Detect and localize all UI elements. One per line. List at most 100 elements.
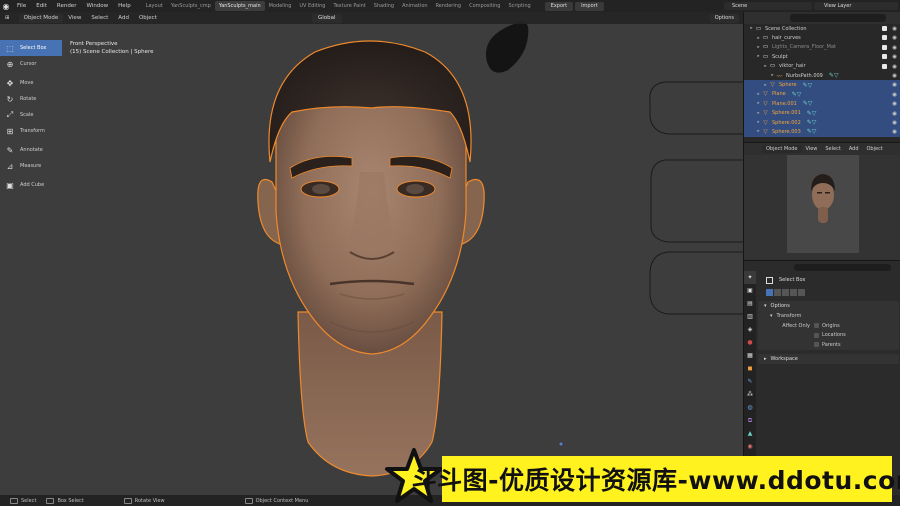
preview-menu-add[interactable]: Add: [845, 146, 863, 152]
expand-arrow-icon[interactable]: ▸: [755, 111, 762, 116]
menu-edit[interactable]: Edit: [31, 0, 52, 12]
visibility-eye-icon[interactable]: ◉: [892, 64, 897, 70]
expand-arrow-icon[interactable]: ▸: [755, 54, 762, 59]
workspace-tab[interactable]: Scripting: [504, 1, 534, 11]
modifier-tab-icon[interactable]: ✎: [744, 375, 756, 388]
workspace-tab[interactable]: Layout: [142, 1, 167, 11]
preview-menu-object[interactable]: Object: [863, 146, 887, 152]
menu-window[interactable]: Window: [81, 0, 113, 12]
expand-arrow-icon[interactable]: ▸: [755, 92, 762, 97]
workspace-tab[interactable]: Shading: [370, 1, 398, 11]
blender-logo-icon[interactable]: ◉: [0, 0, 12, 12]
options-panel-header[interactable]: ▾ Options: [758, 301, 899, 311]
visibility-eye-icon[interactable]: ◉: [892, 82, 897, 88]
outliner-row[interactable]: ▸ ▽ Sphere.001 ✎▽ ◉: [744, 108, 900, 118]
outliner-row[interactable]: ▸ ▽ Sphere ✎▽ ◉: [744, 80, 900, 90]
import-button[interactable]: Import: [575, 1, 604, 11]
viewport-options-button[interactable]: Options: [709, 13, 739, 23]
visibility-eye-icon[interactable]: ◉: [892, 111, 897, 117]
preview-menu-view[interactable]: View: [802, 146, 822, 152]
physics-tab-icon[interactable]: ◍: [744, 401, 756, 414]
collection-checkbox[interactable]: [882, 54, 887, 60]
expand-arrow-icon[interactable]: ▸: [755, 36, 762, 41]
collection-checkbox[interactable]: [882, 63, 887, 69]
collection-checkbox[interactable]: [882, 35, 887, 41]
outliner-row[interactable]: ▸ 〰 NurbsPath.009 ✎▽ ◉: [744, 71, 900, 80]
visibility-eye-icon[interactable]: ◉: [892, 101, 897, 107]
visibility-eye-icon[interactable]: ◉: [892, 129, 897, 135]
outliner-row[interactable]: ▸ ▭ Scene Collection ◉: [744, 24, 900, 33]
expand-arrow-icon[interactable]: ▸: [755, 45, 762, 50]
menu-render[interactable]: Render: [52, 0, 82, 12]
collection-checkbox[interactable]: [882, 26, 887, 31]
tool-scale[interactable]: ⤢ Scale: [0, 107, 62, 123]
export-button[interactable]: Export: [544, 1, 574, 11]
visibility-eye-icon[interactable]: ◉: [892, 120, 897, 126]
outliner-row[interactable]: ▸ ▭ viktor_hair ◉: [744, 62, 900, 71]
world-tab-icon[interactable]: ●: [744, 336, 756, 349]
workspace-tab[interactable]: Animation: [398, 1, 432, 11]
editor-type-icon[interactable]: ⊞: [0, 12, 15, 24]
object-tab-icon[interactable]: ◼: [744, 362, 756, 375]
tool-transform[interactable]: ⊞ Transform: [0, 123, 62, 139]
sculpted-head-model[interactable]: [0, 12, 743, 495]
visibility-eye-icon[interactable]: ◉: [892, 92, 897, 98]
view-layer-tab-icon[interactable]: ▥: [744, 310, 756, 323]
workspace-tab[interactable]: Texture Paint: [329, 1, 369, 11]
view-layer-selector[interactable]: View Layer: [814, 2, 898, 10]
expand-arrow-icon[interactable]: ▸: [769, 73, 776, 78]
mode-extend-button[interactable]: [774, 288, 781, 296]
transform-subpanel-header[interactable]: ▾ Transform: [758, 311, 899, 321]
outliner-row[interactable]: ▸ ▽ Plane.001 ✎▽ ◉: [744, 99, 900, 109]
visibility-eye-icon[interactable]: ◉: [892, 45, 897, 51]
origins-checkbox[interactable]: [814, 323, 819, 329]
expand-arrow-icon[interactable]: ▸: [748, 26, 755, 31]
workspace-tab[interactable]: YanSculpts_cmp: [167, 1, 215, 11]
preview-menu-select[interactable]: Select: [821, 146, 844, 152]
locations-checkbox[interactable]: [814, 332, 819, 338]
workspace-panel-header[interactable]: ▸ Workspace: [758, 354, 899, 364]
outliner-search-input[interactable]: [790, 14, 886, 22]
tool-cursor[interactable]: ⊕ Cursor: [0, 56, 62, 72]
tool-measure[interactable]: ⊿ Measure: [0, 158, 62, 174]
tool-tab-icon[interactable]: ✦: [744, 271, 756, 284]
workspace-tab[interactable]: YanSculpts_main: [214, 1, 265, 11]
mode-subtract-button[interactable]: [782, 288, 789, 296]
outliner-row[interactable]: ▸ ▽ Sphere.002 ✎▽ ◉: [744, 117, 900, 128]
menu-file[interactable]: File: [12, 0, 31, 12]
mode-new-button[interactable]: [766, 288, 773, 296]
visibility-eye-icon[interactable]: ◉: [892, 35, 897, 41]
outliner-row[interactable]: ▸ ▭ Sculpt ◉: [744, 52, 900, 61]
transform-orientation-select[interactable]: Global: [312, 13, 342, 23]
expand-arrow-icon[interactable]: ▸: [762, 64, 769, 69]
scene-selector[interactable]: Scene: [724, 2, 812, 10]
expand-arrow-icon[interactable]: ▸: [755, 101, 762, 106]
outliner-row[interactable]: ▸ ▽ Sphere.003 ✎▽ ◉: [744, 127, 900, 137]
collection-checkbox[interactable]: [882, 44, 887, 50]
outliner-row[interactable]: ▸ ▭ hair_curves ◉: [744, 33, 900, 42]
camera-preview-viewport[interactable]: [787, 155, 859, 253]
tool-select-box[interactable]: ⬚ Select Box: [0, 40, 62, 56]
particles-tab-icon[interactable]: ⁂: [744, 388, 756, 401]
output-tab-icon[interactable]: ▤: [744, 297, 756, 310]
expand-arrow-icon[interactable]: ▸: [755, 120, 762, 125]
tool-rotate[interactable]: ↻ Rotate: [0, 91, 62, 107]
object-mode-select[interactable]: Object Mode: [18, 13, 64, 23]
preview-mode-select[interactable]: Object Mode: [762, 145, 802, 153]
menu-help[interactable]: Help: [113, 0, 136, 12]
3d-viewport[interactable]: ⊞ Object Mode View Select Add Object Glo…: [0, 12, 743, 495]
visibility-eye-icon[interactable]: ◉: [892, 54, 897, 60]
viewport-menu-view[interactable]: View: [63, 12, 86, 24]
scene-tab-icon[interactable]: ◈: [744, 323, 756, 336]
tool-annotate[interactable]: ✎ Annotate: [0, 142, 62, 158]
expand-arrow-icon[interactable]: ▸: [755, 129, 762, 134]
mode-intersect-button[interactable]: [798, 288, 805, 296]
viewport-menu-select[interactable]: Select: [86, 12, 113, 24]
visibility-eye-icon[interactable]: ◉: [892, 73, 897, 79]
collection-tab-icon[interactable]: ▦: [744, 349, 756, 362]
visibility-eye-icon[interactable]: ◉: [892, 26, 897, 32]
constraints-tab-icon[interactable]: ⧉: [744, 414, 756, 427]
expand-arrow-icon[interactable]: ▸: [762, 83, 769, 88]
viewport-menu-object[interactable]: Object: [134, 12, 162, 24]
tool-move[interactable]: ✥ Move: [0, 75, 62, 91]
